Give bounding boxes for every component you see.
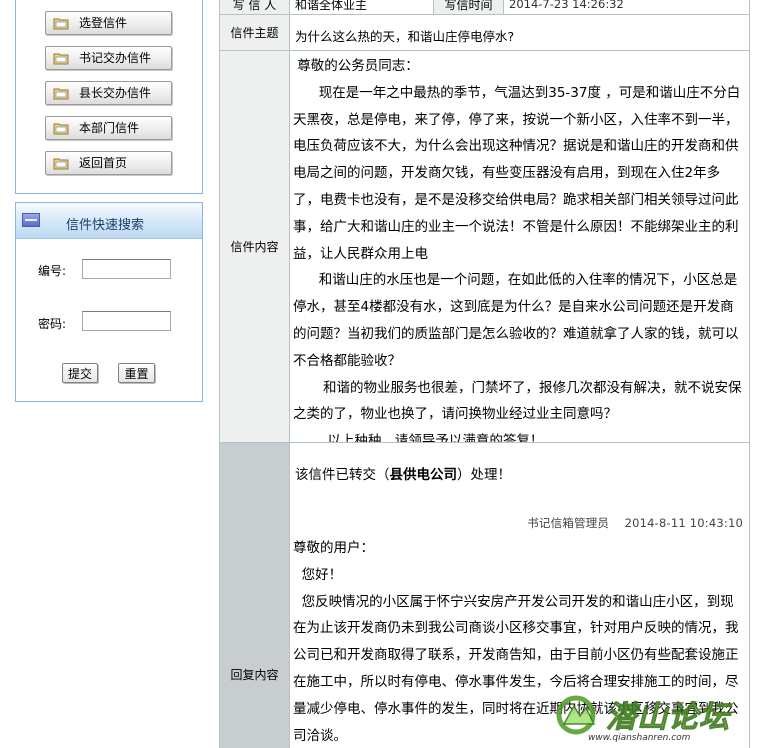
letter-content-text: 尊敬的公务员同志： 现在是一年之中最热的季节，气温达到35-37度 ，可是和谐山… [293,53,747,443]
writer-value: 和谐全体业主 [295,0,368,12]
nav-county-head-letters-button[interactable]: 县长交办信件 [45,81,172,105]
folder-icon [53,158,69,170]
content-label: 信件内容 [230,240,279,254]
window-icon [22,213,40,227]
folder-icon [53,53,69,65]
time-value-cell: 2014-7-23 14:26:32 [503,0,750,15]
writer-label-cell: 写 信 人 [219,0,290,15]
content-value-cell: 尊敬的公务员同志： 现在是一年之中最热的季节，气温达到35-37度 ，可是和谐山… [289,50,750,443]
time-label: 写信时间 [444,0,493,12]
reply-paragraph: 您反映情况的小区属于怀宁兴安房产开发公司开发的和谐山庄小区，到现在为止该开发商仍… [293,593,739,744]
transfer-suffix: ）处理！ [457,467,511,483]
nav-item-label: 县长交办信件 [79,86,152,100]
subject-value: 为什么这么热的天，和谐山庄停电停水? [295,29,515,44]
reply-author: 书记信箱管理员 [527,516,610,530]
reply-time: 2014-8-11 10:43:10 [624,516,743,530]
writer-value-cell: 和谐全体业主 [289,0,434,15]
folder-icon [53,88,69,100]
reset-button[interactable]: 重置 [118,363,155,383]
letter-detail-table: 写 信 人 和谐全体业主 写信时间 2014-7-23 14:26:32 信件主… [219,0,750,748]
folder-icon [53,123,69,135]
content-label-cell: 信件内容 [219,50,290,443]
nav-department-letters-button[interactable]: 本部门信件 [45,116,172,140]
nav-panel: 选登信件 书记交办信件 县长交办信件 本部门信件 返回首页 [15,0,203,194]
content-paragraph: 尊敬的公务员同志： [293,58,419,74]
subject-label: 信件主题 [230,26,279,40]
nav-selected-letters-button[interactable]: 选登信件 [45,11,172,35]
nav-item-label: 书记交办信件 [79,51,152,65]
reply-label-cell: 回复内容 [219,442,290,748]
reply-meta: 书记信箱管理员 2014-8-11 10:43:10 [527,515,743,531]
content-paragraph: 和谐的物业服务也很差，门禁坏了，报修几次都没有解决，就不说安保之类的了，物业也换… [293,379,742,423]
write-time-value: 2014-7-23 14:26:32 [509,0,624,11]
search-panel-header: 信件快速搜索 [16,203,202,239]
content-paragraph: 现在是一年之中最热的季节，气温达到35-37度 ，可是和谐山庄不分白天黑夜，总是… [293,84,741,262]
subject-value-cell: 为什么这么热的天，和谐山庄停电停水? [289,14,750,51]
folder-icon [53,18,69,30]
reply-paragraph: 尊敬的用户： [293,540,374,556]
content-paragraph: 以上种种，请领导予以满意的答复！ [293,433,544,443]
nav-item-label: 本部门信件 [79,121,140,135]
reply-content-text: 尊敬的用户： 您好！ 您反映情况的小区属于怀宁兴安房产开发公司开发的和谐山庄小区… [293,535,745,748]
writer-label: 写 信 人 [232,0,277,12]
letter-search-panel: 信件快速搜索 编号: 密码: 提交 重置 [15,202,203,402]
transfer-prefix: 该信件已转交（ [295,467,390,483]
content-paragraph: 和谐山庄的水压也是一个问题，在如此低的入住率的情况下，小区总是停水，甚至4楼都没… [293,272,739,369]
nav-item-label: 选登信件 [79,16,128,30]
password-label: 密码: [38,317,67,331]
transfer-organization: 县供电公司 [389,467,458,483]
reply-label: 回复内容 [230,667,279,682]
search-panel-title: 信件快速搜索 [66,218,145,233]
reply-value-cell: 该信件已转交（县供电公司）处理！ 书记信箱管理员 2014-8-11 10:43… [289,442,750,748]
number-label: 编号: [38,264,67,278]
transfer-notice: 该信件已转交（县供电公司）处理！ [295,463,511,483]
password-input[interactable] [82,311,171,331]
nav-item-label: 返回首页 [79,156,128,170]
nav-home-button[interactable]: 返回首页 [45,151,172,175]
time-label-cell: 写信时间 [433,0,504,15]
subject-label-cell: 信件主题 [219,14,290,51]
reply-paragraph: 您好！ [293,566,343,583]
nav-secretary-letters-button[interactable]: 书记交办信件 [45,46,172,70]
number-input[interactable] [82,259,171,279]
submit-button[interactable]: 提交 [62,363,98,383]
